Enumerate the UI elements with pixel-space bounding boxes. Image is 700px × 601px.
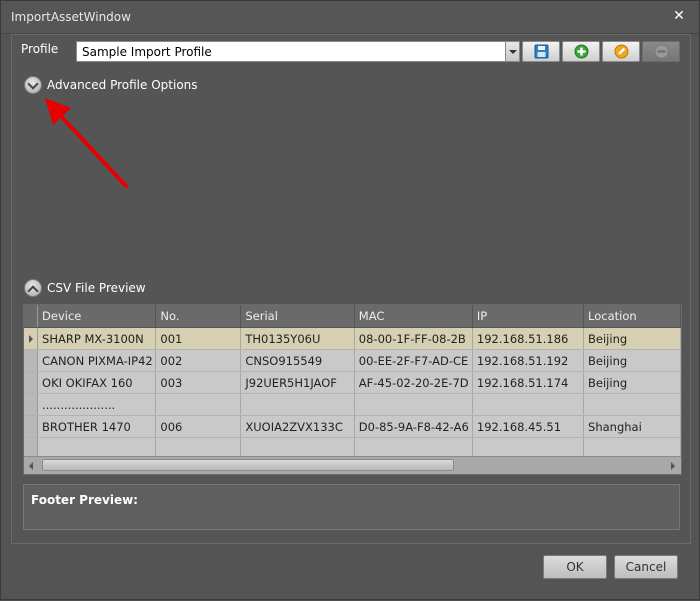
table-cell[interactable] [354,393,473,416]
footer-preview-panel: Footer Preview: [23,484,680,530]
scrollbar-thumb[interactable] [42,459,454,471]
table-cell[interactable] [472,393,585,416]
column-header[interactable]: Device [37,305,157,328]
column-header[interactable]: MAC [354,305,473,328]
table-cell[interactable]: OKI OKIFAX 160 [37,371,157,394]
table-cell[interactable]: XUOIA2ZVX133C [240,415,355,438]
import-asset-window: ImportAssetWindow ✕ Profile Sample Impor… [0,0,700,600]
column-header[interactable]: Location [583,305,681,328]
table-cell[interactable]: 08-00-1F-FF-08-2B [354,327,473,350]
row-header[interactable] [24,415,39,438]
column-header[interactable]: IP [472,305,585,328]
save-profile-button[interactable] [522,41,560,62]
table-cell[interactable]: 001 [155,327,242,350]
row-header-corner [24,305,39,328]
table-cell[interactable]: J92UER5H1JAOF [240,371,355,394]
table-cell[interactable]: .................... [37,393,157,416]
csv-preview-grid: Device No. Serial MAC IP Location SHARP … [23,304,682,475]
table-cell[interactable]: AF-45-02-20-2E-7D [354,371,473,394]
scroll-right-icon[interactable] [665,457,681,474]
cancel-button[interactable]: Cancel [614,555,678,579]
advanced-options-expander[interactable] [24,76,42,94]
profile-dropdown[interactable]: Sample Import Profile [76,41,520,62]
table-header-row: Device No. Serial MAC IP Location [24,305,681,328]
table-cell[interactable]: Shanghai [583,415,681,438]
table-cell[interactable]: 00-EE-2F-F7-AD-CE [354,349,473,372]
edit-profile-button[interactable] [602,41,640,62]
table-cell[interactable]: Beijing [583,327,681,350]
footer-preview-label: Footer Preview: [31,493,138,507]
table-cell[interactable]: 192.168.51.192 [472,349,585,372]
csv-preview-label[interactable]: CSV File Preview [47,281,146,295]
edit-icon [614,44,629,59]
row-header[interactable] [24,349,39,372]
row-header[interactable] [24,393,39,416]
ok-button[interactable]: OK [543,555,607,579]
csv-preview-expander[interactable] [24,279,42,297]
table-cell[interactable]: 002 [155,349,242,372]
column-header[interactable]: No. [155,305,242,328]
table-cell[interactable]: TH0135Y06U [240,327,355,350]
table-cell[interactable]: 192.168.51.174 [472,371,585,394]
horizontal-scrollbar[interactable] [24,456,681,474]
row-header[interactable] [24,371,39,394]
profile-label: Profile [21,42,59,56]
table-cell[interactable] [240,393,355,416]
add-profile-button[interactable] [562,41,600,62]
remove-profile-button[interactable] [642,41,680,62]
table-cell[interactable]: 003 [155,371,242,394]
advanced-options-label[interactable]: Advanced Profile Options [47,78,198,92]
title-bar: ImportAssetWindow ✕ [1,1,699,34]
profile-selected-value: Sample Import Profile [82,45,212,59]
table-row[interactable]: .................... [24,393,681,416]
profile-dropdown-arrow[interactable] [505,41,520,62]
table-cell[interactable]: 192.168.45.51 [472,415,585,438]
window-title: ImportAssetWindow [11,10,131,24]
table-cell[interactable]: D0-85-9A-F8-42-A6 [354,415,473,438]
close-icon[interactable]: ✕ [671,8,687,24]
table-row[interactable]: BROTHER 1470 006 XUOIA2ZVX133C D0-85-9A-… [24,415,681,438]
table-cell[interactable]: Beijing [583,371,681,394]
column-header[interactable]: Serial [240,305,355,328]
table-cell[interactable]: Beijing [583,349,681,372]
table-cell[interactable]: CANON PIXMA-IP42 [37,349,157,372]
current-row-icon [29,334,33,343]
table-cell[interactable]: BROTHER 1470 [37,415,157,438]
table-cell[interactable]: 006 [155,415,242,438]
table-cell[interactable] [583,393,681,416]
table-row[interactable]: OKI OKIFAX 160 003 J92UER5H1JAOF AF-45-0… [24,371,681,394]
save-icon [534,44,549,59]
table-cell[interactable]: SHARP MX-3100N [37,327,157,350]
scroll-left-icon[interactable] [24,457,40,474]
csv-table: Device No. Serial MAC IP Location SHARP … [24,305,681,460]
add-icon [574,44,589,59]
table-row[interactable]: CANON PIXMA-IP42 002 CNSO915549 00-EE-2F… [24,349,681,372]
remove-icon [654,44,669,59]
table-cell[interactable]: 192.168.51.186 [472,327,585,350]
window-body: Profile Sample Import Profile Advanced P… [11,34,691,544]
table-row[interactable]: SHARP MX-3100N 001 TH0135Y06U 08-00-1F-F… [24,327,681,350]
row-header[interactable] [24,327,39,350]
table-cell[interactable] [155,393,242,416]
table-cell[interactable]: CNSO915549 [240,349,355,372]
